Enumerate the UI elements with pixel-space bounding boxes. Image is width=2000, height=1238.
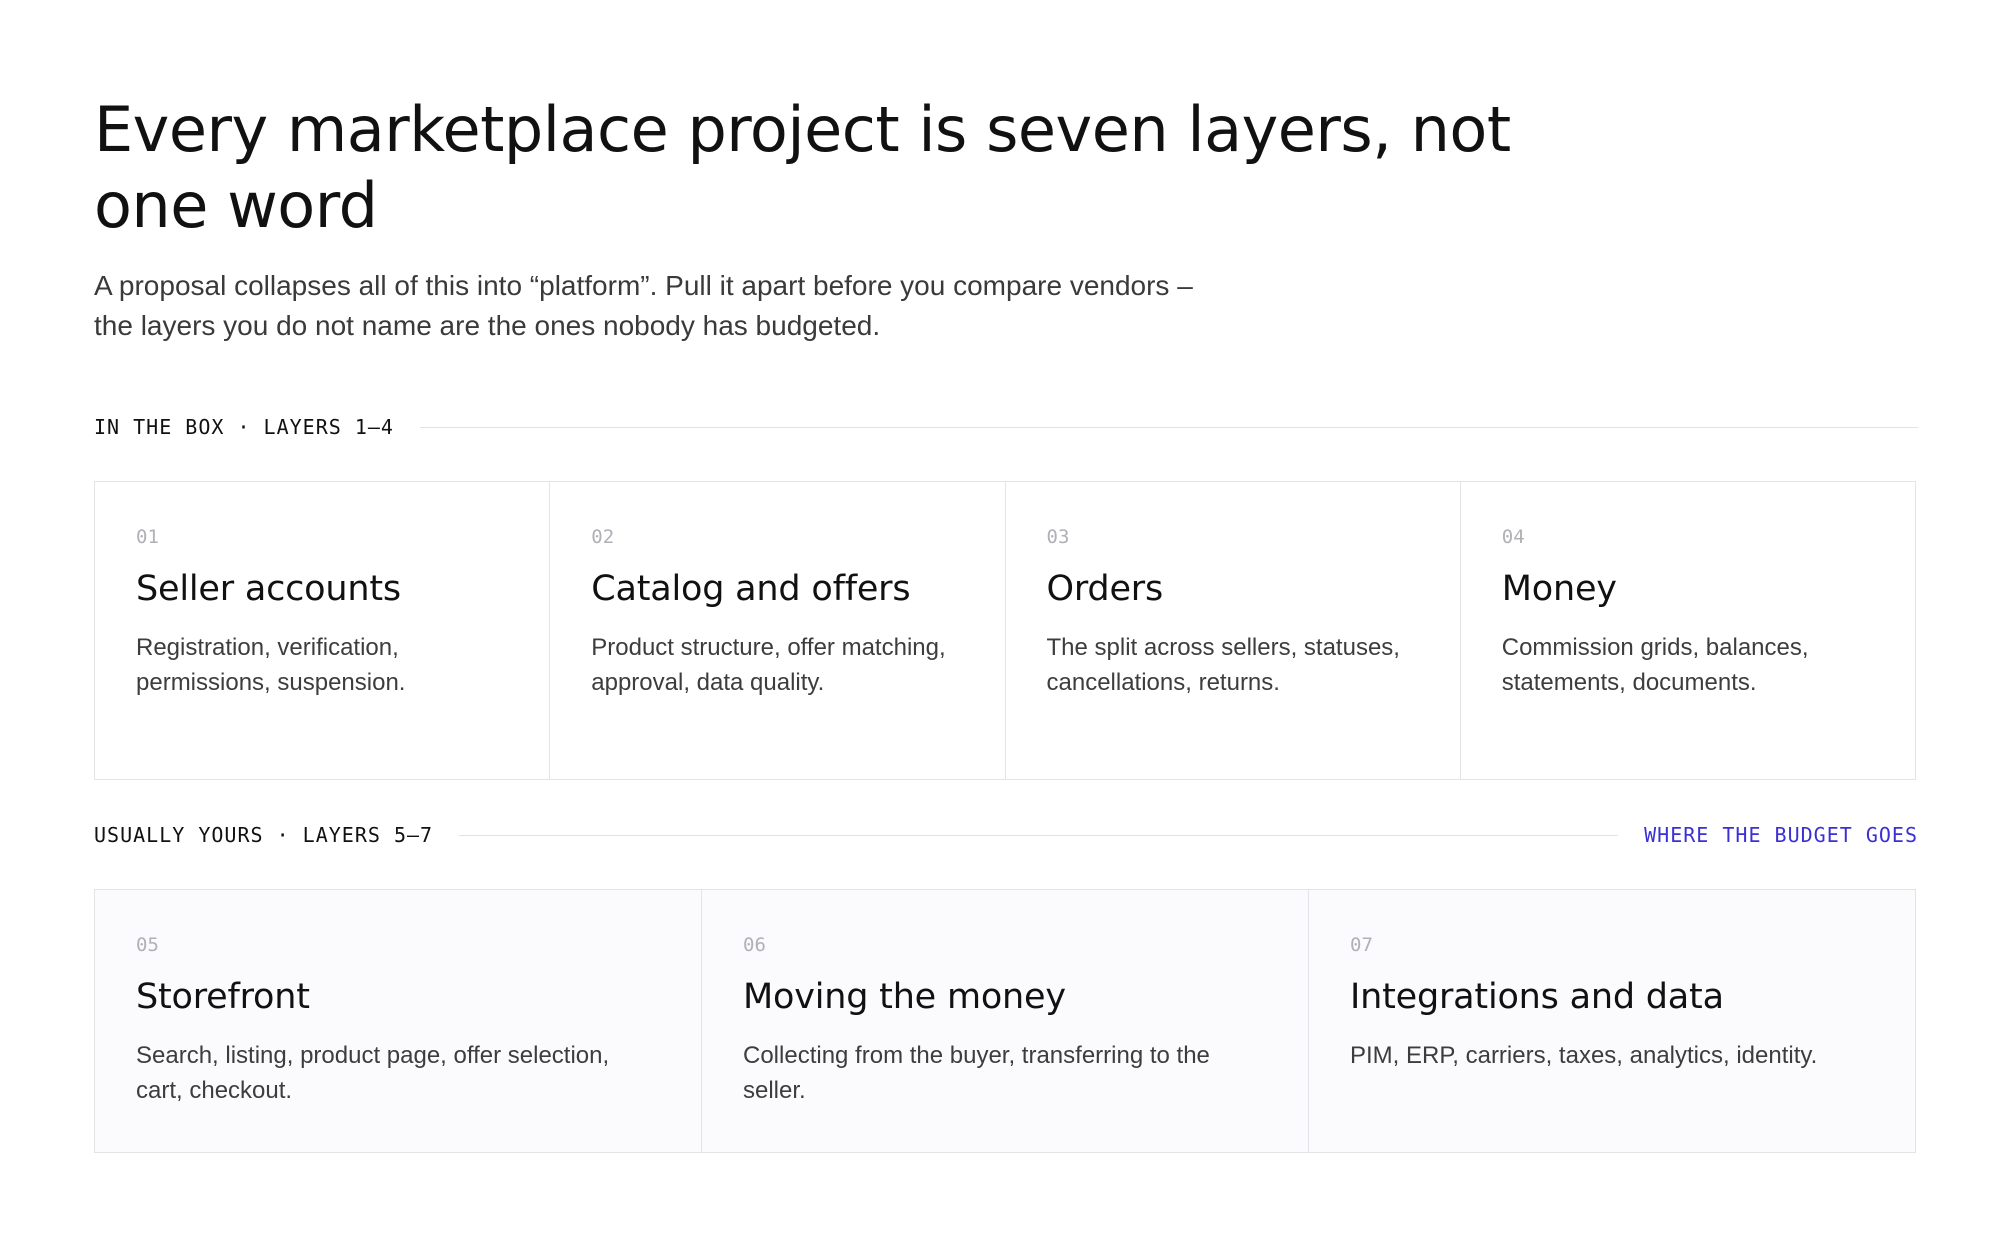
page-title: Every marketplace project is seven layer…: [94, 93, 1511, 242]
layer-card-moving-the-money: 06 Moving the money Collecting from the …: [701, 890, 1308, 1152]
layer-description: Registration, verification, permissions,…: [136, 634, 406, 696]
section-label: IN THE BOX · LAYERS 1–4: [94, 415, 394, 439]
layer-card-integrations-and-data: 07 Integrations and data PIM, ERP, carri…: [1308, 890, 1915, 1152]
section-header-in-the-box: IN THE BOX · LAYERS 1–4: [94, 412, 1918, 442]
layer-number: 05: [136, 934, 159, 956]
section-divider: [419, 426, 1918, 428]
layers-grid-in-the-box: 01 Seller accounts Registration, verific…: [94, 481, 1916, 780]
layer-number: 04: [1501, 526, 1525, 548]
layer-card-storefront: 05 Storefront Search, listing, product p…: [95, 890, 701, 1152]
layer-description: Search, listing, product page, offer sel…: [136, 1042, 610, 1104]
layer-title: Orders: [1046, 569, 1164, 609]
layer-description: PIM, ERP, carriers, taxes, analytics, id…: [1350, 1042, 1818, 1069]
layer-number: 01: [136, 526, 159, 548]
layer-description: Commission grids, balances, statements, …: [1501, 634, 1809, 696]
section-label: USUALLY YOURS · LAYERS 5–7: [94, 823, 434, 847]
budget-callout: WHERE THE BUDGET GOES: [1644, 823, 1918, 847]
layer-card-money: 04 Money Commission grids, balances, sta…: [1459, 482, 1915, 779]
layer-title: Catalog and offers: [591, 569, 911, 609]
layer-description: Collecting from the buyer, transferring …: [743, 1042, 1210, 1104]
layer-number: 03: [1046, 526, 1070, 548]
page-lede: A proposal collapses all of this into “p…: [94, 270, 1193, 341]
layer-number: 06: [743, 934, 766, 956]
layer-card-catalog-and-offers: 02 Catalog and offers Product structure,…: [549, 482, 1004, 779]
layer-title: Moving the money: [743, 977, 1066, 1017]
layer-title: Storefront: [136, 977, 310, 1017]
layer-number: 02: [591, 526, 615, 548]
page: Every marketplace project is seven layer…: [94, 92, 1918, 1153]
layer-number: 07: [1350, 934, 1373, 956]
layer-title: Seller accounts: [136, 569, 401, 609]
section-header-usually-yours: USUALLY YOURS · LAYERS 5–7 WHERE THE BUD…: [94, 820, 1918, 850]
layer-description: Product structure, offer matching, appro…: [591, 634, 946, 696]
layer-title: Money: [1501, 569, 1617, 609]
layer-description: The split across sellers, statuses, canc…: [1046, 634, 1400, 696]
layer-card-seller-accounts: 01 Seller accounts Registration, verific…: [95, 482, 549, 779]
layer-card-orders: 03 Orders The split across sellers, stat…: [1004, 482, 1460, 779]
layer-title: Integrations and data: [1350, 977, 1724, 1017]
layers-grid-usually-yours: 05 Storefront Search, listing, product p…: [94, 889, 1916, 1153]
section-divider: [459, 834, 1619, 836]
